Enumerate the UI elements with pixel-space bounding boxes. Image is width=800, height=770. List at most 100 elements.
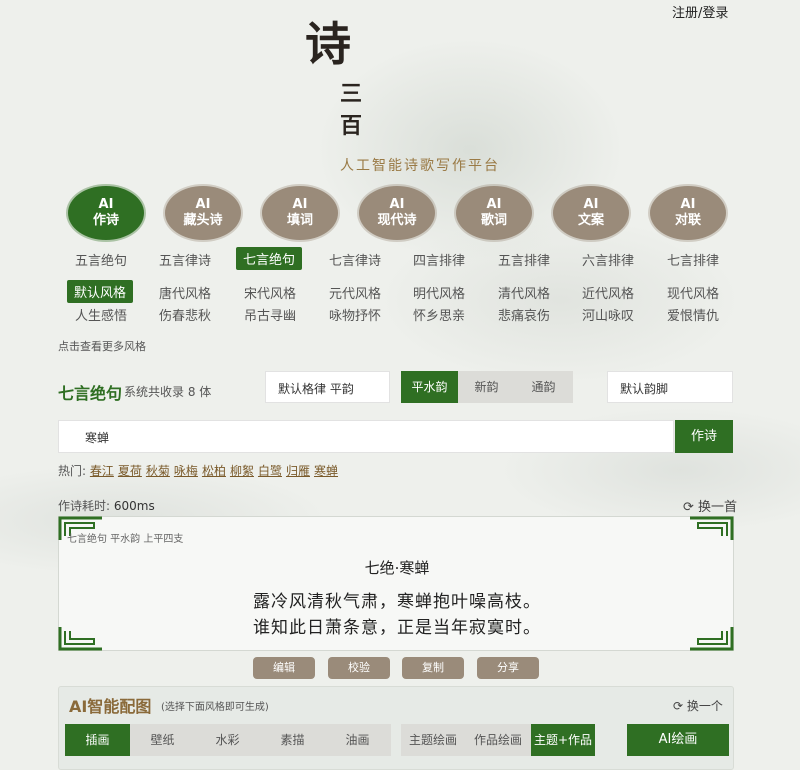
style-option[interactable]: 河山咏叹	[582, 305, 634, 324]
form-count: 系统共收录 8 体	[124, 385, 212, 399]
image-style-group: 插画 壁纸 水彩 素描 油画	[65, 724, 391, 756]
hot-topics: 热门: 春江 夏荷 秋菊 咏梅 松柏 柳絮 白鹭 归雁 寒蝉	[58, 462, 342, 479]
hot-topic-link[interactable]: 松柏	[202, 464, 226, 478]
form-option[interactable]: 七言律诗	[329, 250, 381, 269]
rhyme-pingshui-button[interactable]: 平水韵	[401, 371, 458, 403]
rhyme-foot-select[interactable]: 默认韵脚	[607, 371, 733, 403]
theme-input[interactable]: 寒蝉	[58, 420, 674, 453]
logo-char-bai: 百	[340, 113, 363, 139]
compose-time-label: 作诗耗时:	[58, 499, 111, 513]
poem-meta: 七言绝句 平水韵 上平四支	[67, 534, 184, 545]
mode-ai-ci[interactable]: AI 填词	[262, 186, 338, 240]
mode-line2: 歌词	[480, 213, 507, 228]
style-option[interactable]: 清代风格	[498, 283, 550, 302]
refresh-icon: ⟳	[683, 500, 694, 515]
register-login-link[interactable]: 注册/登录	[672, 2, 728, 21]
ai-image-title: AI智能配图	[69, 697, 152, 716]
mode-ai-poem[interactable]: AI 作诗	[68, 186, 144, 240]
style-option[interactable]: 近代风格	[582, 283, 634, 302]
image-style-illustration[interactable]: 插画	[65, 724, 130, 756]
mode-line2: 作诗	[92, 213, 119, 228]
form-option-active[interactable]: 七言绝句	[236, 247, 303, 270]
compose-time-value: 600ms	[113, 499, 155, 513]
mode-line2: 文案	[577, 213, 604, 228]
mode-line1: AI	[195, 197, 211, 212]
mode-line1: AI	[583, 197, 599, 212]
hot-topic-link[interactable]: 夏荷	[118, 464, 142, 478]
ai-image-swap-button[interactable]: ⟳ 换一个	[673, 697, 723, 714]
rhyme-new-button[interactable]: 新韵	[458, 371, 515, 403]
hot-topic-link[interactable]: 白鹭	[258, 464, 282, 478]
logo-char-shi: 诗	[305, 17, 351, 71]
poem-line: 谁知此日萧条意，正是当年寂寞时。	[253, 618, 541, 638]
style-option[interactable]: 宋代风格	[244, 283, 296, 302]
form-option[interactable]: 六言排律	[582, 250, 634, 269]
style-option[interactable]: 明代风格	[413, 283, 465, 302]
poem-card: 七言绝句 平水韵 上平四支 七绝·寒蝉 露冷风清秋气肃，寒蝉抱叶噪高枝。 谁知此…	[58, 516, 734, 651]
mode-line2: 填词	[286, 213, 313, 228]
form-option[interactable]: 七言排律	[667, 250, 719, 269]
style-option[interactable]: 怀乡思亲	[413, 305, 465, 324]
mode-line1: AI	[389, 197, 405, 212]
style-option-active[interactable]: 默认风格	[67, 280, 134, 303]
more-styles-link[interactable]: 点击查看更多风格	[58, 338, 146, 354]
form-option[interactable]: 四言排律	[413, 250, 465, 269]
mode-ai-couplet[interactable]: AI 对联	[650, 186, 726, 240]
edit-button[interactable]: 编辑	[253, 657, 315, 679]
logo-char-san: 三	[340, 81, 363, 107]
share-button[interactable]: 分享	[477, 657, 539, 679]
form-option[interactable]: 五言绝句	[75, 250, 127, 269]
style-option[interactable]: 爱恨情仇	[667, 305, 719, 324]
meter-select[interactable]: 默认格律 平韵	[265, 371, 390, 403]
form-option[interactable]: 五言排律	[498, 250, 550, 269]
mode-line2: 对联	[674, 213, 701, 228]
image-mode-group: 主题绘画 作品绘画 主题+作品	[401, 724, 595, 756]
compose-button[interactable]: 作诗	[675, 420, 733, 453]
image-mode-work[interactable]: 作品绘画	[466, 724, 530, 756]
form-option[interactable]: 五言律诗	[159, 250, 211, 269]
style-option[interactable]: 人生感悟	[75, 305, 127, 324]
style-option[interactable]: 伤春悲秋	[159, 305, 211, 324]
mode-ai-copy[interactable]: AI 文案	[553, 186, 629, 240]
image-style-oil[interactable]: 油画	[325, 724, 390, 756]
hot-topic-link[interactable]: 春江	[90, 464, 114, 478]
image-mode-theme[interactable]: 主题绘画	[401, 724, 465, 756]
hot-topic-link[interactable]: 归雁	[286, 464, 310, 478]
check-button[interactable]: 校验	[328, 657, 390, 679]
mode-ai-lyrics[interactable]: AI 歌词	[456, 186, 532, 240]
mode-ai-acrostic[interactable]: AI 藏头诗	[165, 186, 241, 240]
style-option[interactable]: 吊古寻幽	[244, 305, 296, 324]
style-option[interactable]: 咏物抒怀	[329, 305, 381, 324]
image-mode-theme-work[interactable]: 主题+作品	[531, 724, 595, 756]
poem-line: 露冷风清秋气肃，寒蝉抱叶噪高枝。	[253, 592, 541, 612]
another-poem-label: 换一首	[698, 500, 738, 515]
mode-line1: AI	[98, 197, 114, 212]
another-poem-button[interactable]: ⟳ 换一首	[683, 496, 737, 515]
ai-image-subtitle: (选择下面风格即可生成)	[161, 702, 269, 713]
image-style-watercolor[interactable]: 水彩	[195, 724, 260, 756]
hot-topic-link[interactable]: 秋菊	[146, 464, 170, 478]
hot-topic-link[interactable]: 寒蝉	[314, 464, 338, 478]
image-style-wallpaper[interactable]: 壁纸	[130, 724, 195, 756]
style-option[interactable]: 唐代风格	[159, 283, 211, 302]
current-form-title: 七言绝句	[58, 384, 123, 403]
style-option[interactable]: 元代风格	[329, 283, 381, 302]
mode-ai-modern[interactable]: AI 现代诗	[359, 186, 435, 240]
hot-label: 热门:	[58, 464, 87, 478]
mode-line1: AI	[680, 197, 696, 212]
poem-title: 七绝·寒蝉	[364, 559, 430, 577]
ai-image-swap-label: 换一个	[686, 699, 723, 713]
mode-line1: AI	[292, 197, 308, 212]
ai-draw-button[interactable]: AI绘画	[627, 724, 729, 756]
mode-line2: 现代诗	[377, 213, 417, 228]
refresh-icon: ⟳	[673, 699, 684, 713]
copy-button[interactable]: 复制	[402, 657, 464, 679]
hot-topic-link[interactable]: 咏梅	[174, 464, 198, 478]
rhyme-tong-button[interactable]: 通韵	[515, 371, 572, 403]
mode-line2: 藏头诗	[183, 213, 223, 228]
hot-topic-link[interactable]: 柳絮	[230, 464, 254, 478]
style-option[interactable]: 现代风格	[667, 283, 719, 302]
mode-selector: AI 作诗 AI 藏头诗 AI 填词 AI 现代诗 AI 歌词 AI 文案 AI 对联	[68, 186, 728, 242]
image-style-sketch[interactable]: 素描	[260, 724, 325, 756]
style-option[interactable]: 悲痛哀伤	[498, 305, 550, 324]
